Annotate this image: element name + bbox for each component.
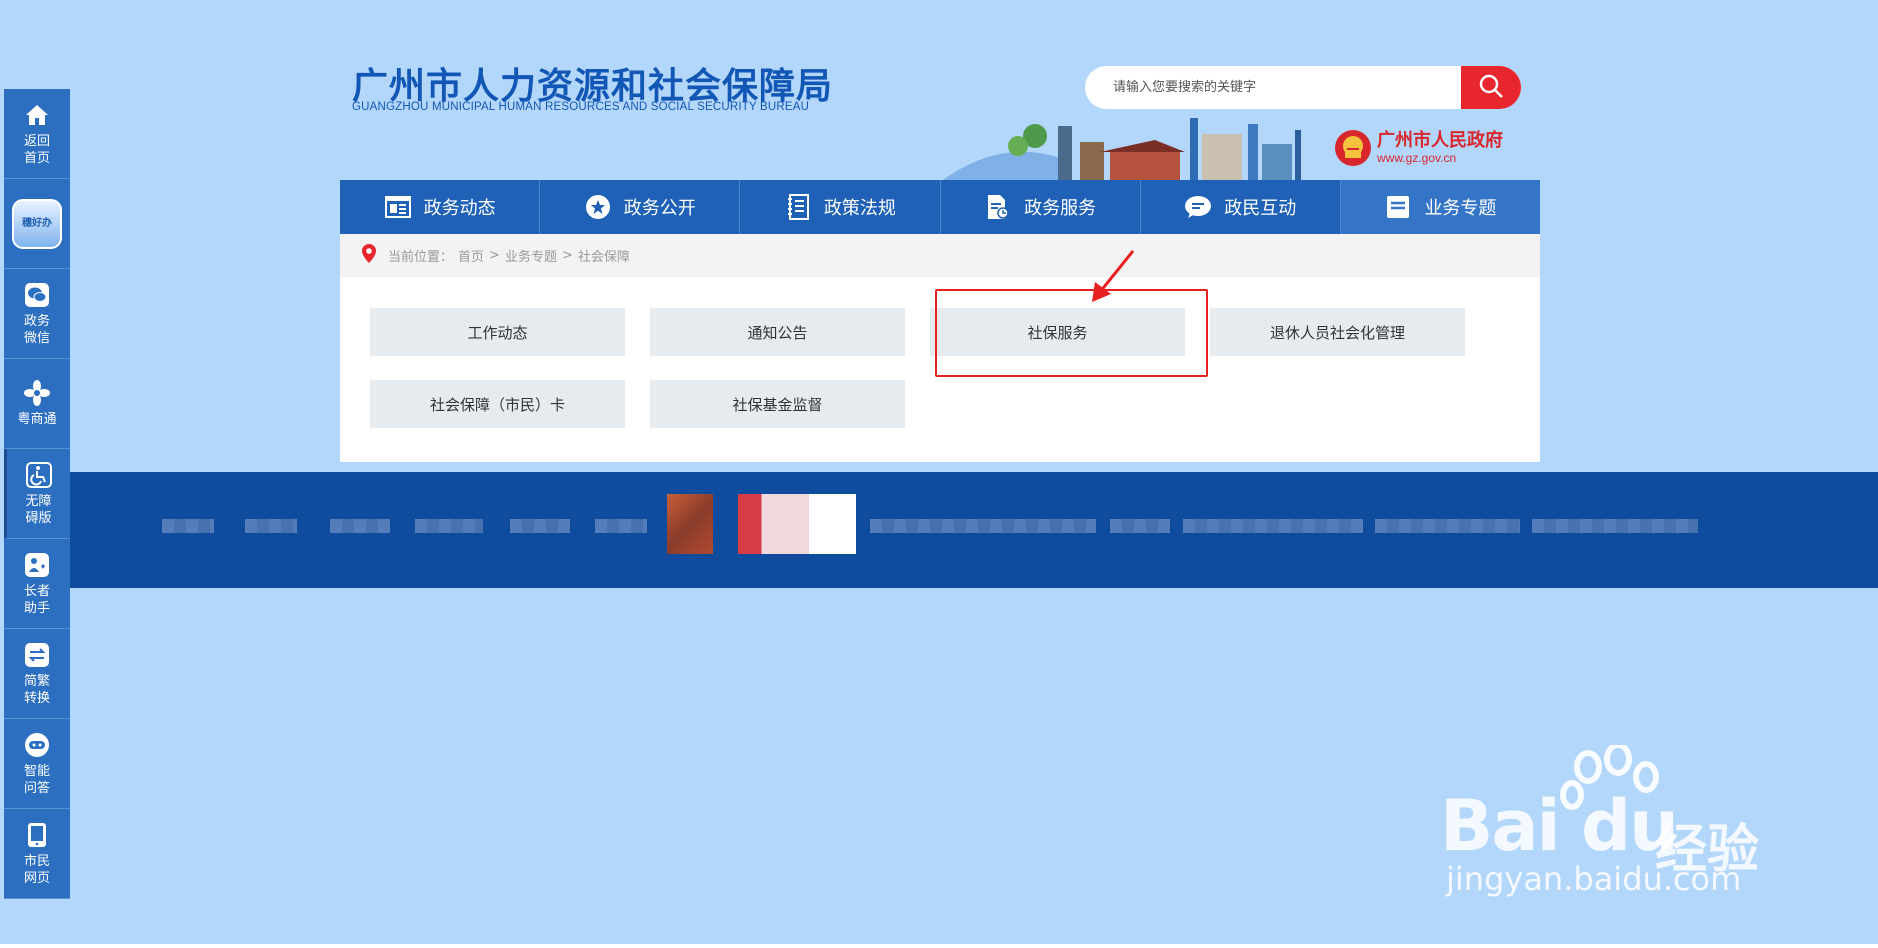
flower-icon — [23, 379, 51, 407]
highlight-annotation-box — [935, 289, 1208, 377]
search-input[interactable] — [1085, 66, 1461, 109]
tile-work-news[interactable]: 工作动态 — [370, 308, 625, 356]
elder-icon — [23, 551, 51, 579]
nav-item-open[interactable]: 政务公开 — [540, 180, 741, 234]
gz-gov-link[interactable]: 广州市人民政府 www.gz.gov.cn — [1333, 128, 1503, 168]
nav-item-label: 政务动态 — [423, 198, 496, 219]
sidebar-item-yueshangtong[interactable]: 粤商通 — [4, 359, 70, 449]
nav-item-label: 政务公开 — [623, 198, 696, 219]
breadcrumb-prefix: 当前位置： — [388, 250, 454, 265]
gz-gov-url: www.gz.gov.cn — [1377, 151, 1457, 165]
tile-fund-supervision[interactable]: 社保基金监督 — [650, 380, 905, 428]
chat-icon — [1184, 193, 1212, 221]
left-sidebar: 返回首页 穗好办 政务微信 粤商通 无障碍版 长者助手 简繁转换 智能问答 市民… — [4, 89, 70, 899]
star-icon — [584, 193, 612, 221]
national-emblem-icon — [1335, 130, 1371, 166]
sidebar-item-elder[interactable]: 长者助手 — [4, 539, 70, 629]
tile-social-security-card[interactable]: 社会保障（市民）卡 — [370, 380, 625, 428]
news-icon — [384, 193, 412, 221]
breadcrumb-home[interactable]: 首页 — [458, 246, 484, 265]
party-emblem-badge[interactable] — [667, 494, 713, 554]
list-icon — [1384, 193, 1412, 221]
footer-blurred-link[interactable] — [510, 519, 570, 533]
footer-blurred-text — [1183, 519, 1363, 533]
sidebar-item-suihaoban[interactable]: 穗好办 — [4, 179, 70, 269]
footer-blurred-link[interactable] — [330, 519, 390, 533]
breadcrumb: 当前位置： 首页 > 业务专题 > 社会保障 — [340, 234, 1540, 277]
tile-notices[interactable]: 通知公告 — [650, 308, 905, 356]
sidebar-item-label: 长者助手 — [23, 583, 50, 616]
sidebar-item-robot[interactable]: 智能问答 — [4, 719, 70, 809]
home-icon — [23, 101, 51, 129]
sidebar-item-switch[interactable]: 简繁转换 — [4, 629, 70, 719]
sidebar-item-label: 政务微信 — [23, 313, 50, 346]
nav-item-services[interactable]: 政务服务 — [941, 180, 1141, 234]
wechat-icon — [23, 281, 51, 309]
footer-blurred-link[interactable] — [595, 519, 647, 533]
sidebar-item-mobile[interactable]: 市民网页 — [4, 809, 70, 899]
nav-item-policy[interactable]: 政策法规 — [740, 180, 941, 234]
nav-item-news[interactable]: 政务动态 — [340, 180, 541, 234]
sidebar-item-label: 返回首页 — [23, 133, 50, 166]
gov-identity-badge[interactable] — [738, 494, 856, 554]
nav-item-label: 政策法规 — [823, 198, 896, 219]
sidebar-item-home[interactable]: 返回首页 — [4, 89, 70, 179]
gz-gov-name: 广州市人民政府 — [1377, 130, 1503, 151]
window-bottom-border — [0, 944, 1878, 948]
footer-blurred-text — [870, 519, 1096, 533]
annotation-arrow-icon — [1092, 250, 1135, 302]
sidebar-item-label: 智能问答 — [23, 763, 50, 796]
baidu-jingyan-watermark: Bai du 经验 jingyan.baidu.com — [1440, 745, 1840, 905]
document-icon — [984, 193, 1012, 221]
footer-blurred-link[interactable] — [162, 519, 214, 533]
sidebar-item-wechat[interactable]: 政务微信 — [4, 269, 70, 359]
search-button[interactable] — [1461, 66, 1521, 109]
footer — [70, 472, 1878, 588]
nav-item-label: 政务服务 — [1024, 198, 1097, 219]
watermark-url: jingyan.baidu.com — [1446, 860, 1742, 898]
tile-retiree-management[interactable]: 退休人员社会化管理 — [1210, 308, 1465, 356]
search-box — [1085, 66, 1521, 109]
nav-item-topics[interactable]: 业务专题 — [1340, 180, 1541, 234]
footer-blurred-text — [1110, 519, 1170, 533]
footer-blurred-text — [1375, 519, 1520, 533]
app-icon: 穗好办 — [12, 198, 62, 249]
footer-blurred-text — [1532, 519, 1698, 533]
footer-blurred-link[interactable] — [415, 519, 483, 533]
sidebar-item-label: 市民网页 — [23, 853, 50, 886]
nav-item-label: 业务专题 — [1424, 198, 1497, 219]
nav-item-interaction[interactable]: 政民互动 — [1141, 180, 1341, 234]
breadcrumb-sep: > — [489, 248, 500, 263]
tablet-icon — [23, 821, 51, 849]
main-nav: 政务动态 政务公开 政策法规 政务服务 政民互动 业务专题 — [340, 180, 1541, 234]
sidebar-item-label: 无障碍版 — [25, 493, 52, 526]
breadcrumb-topics[interactable]: 业务专题 — [505, 246, 557, 265]
accessibility-icon — [25, 461, 53, 489]
robot-icon — [23, 731, 51, 759]
watermark-brand: Bai du — [1440, 785, 1679, 867]
switch-icon — [23, 641, 51, 669]
book-icon — [784, 193, 812, 221]
location-pin-icon — [362, 244, 376, 267]
sidebar-item-accessibility[interactable]: 无障碍版 — [4, 449, 70, 539]
sidebar-item-label: 粤商通 — [17, 412, 57, 427]
footer-blurred-link[interactable] — [245, 519, 297, 533]
breadcrumb-social-security[interactable]: 社会保障 — [578, 246, 630, 265]
site-subtitle: GUANGZHOU MUNICIPAL HUMAN RESOURCES AND … — [352, 101, 810, 113]
sidebar-item-label: 简繁转换 — [23, 673, 50, 706]
breadcrumb-sep: > — [561, 248, 573, 263]
search-icon — [1478, 73, 1504, 102]
city-skyline-image — [940, 118, 1301, 182]
nav-item-label: 政民互动 — [1224, 198, 1297, 219]
